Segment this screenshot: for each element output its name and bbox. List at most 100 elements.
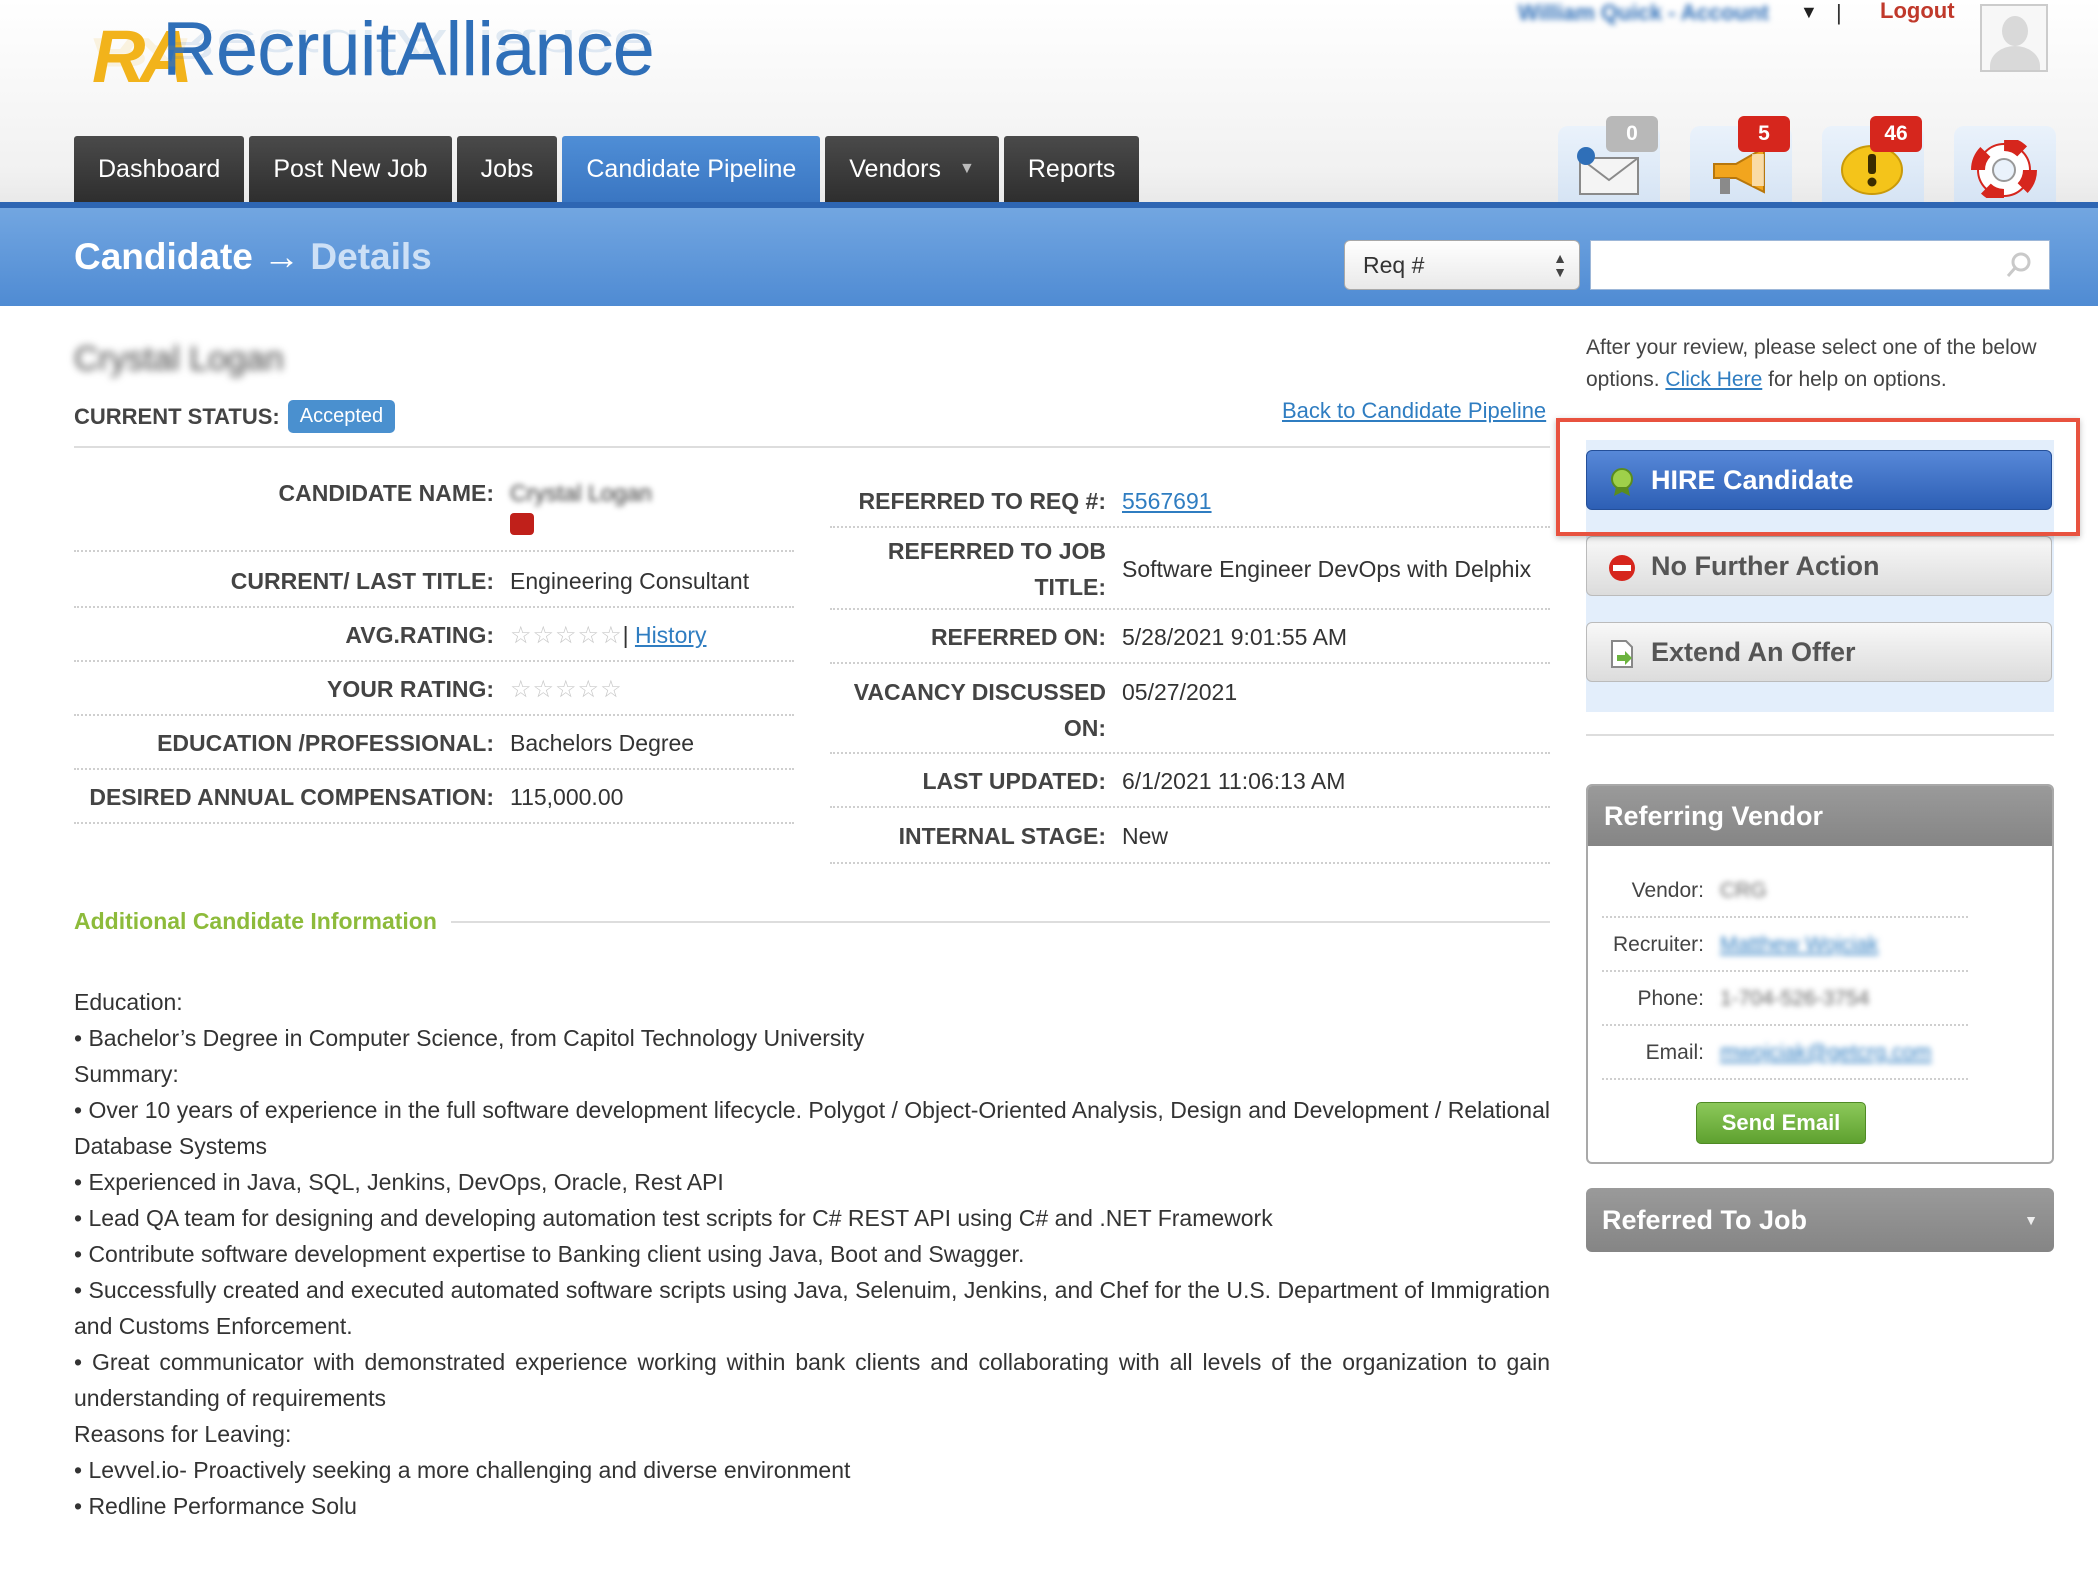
page-title-sub: Details [310,236,432,277]
phone-value: 1-704-526-3754 [1720,987,1870,1010]
avg-rating-stars-icon: ☆☆☆☆☆ [510,621,623,649]
detail-label: DESIRED ANNUAL COMPENSATION: [89,783,494,810]
candidate-name-heading: Crystal Logan [74,340,284,378]
extend-offer-label: Extend An Offer [1651,636,1856,667]
recruiter-label: Recruiter: [1612,933,1704,956]
resume-line: Summary: [74,1061,179,1087]
detail-row-avg-rating: AVG.RATING: ☆☆☆☆☆| History [74,610,794,662]
back-to-pipeline-link[interactable]: Back to Candidate Pipeline [1282,398,1546,424]
detail-row-compensation: DESIRED ANNUAL COMPENSATION: 115,000.00 [74,772,794,824]
recruitalliance-logo[interactable]: RA RecruitAlliance RA RecruitAlliance [92,4,655,134]
resume-line: • Experienced in Java, SQL, Jenkins, Dev… [74,1169,724,1195]
detail-row-education: EDUCATION /PROFESSIONAL: Bachelors Degre… [74,718,794,770]
resume-line: • Successfully created and executed auto… [74,1277,1550,1339]
current-status-label: CURRENT STATUS: [74,403,280,429]
no-further-action-button[interactable]: No Further Action [1586,536,2052,596]
referred-to-job-panel[interactable]: Referred To Job ▼ [1586,1188,2054,1252]
detail-row-referred-on: REFERRED ON: 5/28/2021 9:01:55 AM [830,612,1550,664]
referring-vendor-panel: Referring Vendor Vendor: CRG Recruiter: … [1586,784,2054,1164]
nav-tab-candidate-pipeline[interactable]: Candidate Pipeline [562,136,821,202]
detail-value: Bachelors Degree [510,729,695,756]
detail-row-internal-stage: INTERNAL STAGE: New [830,810,1550,864]
alerts-count-badge: 46 [1870,116,1922,152]
help-click-here-link[interactable]: Click Here [1665,368,1762,391]
account-dropdown-icon[interactable]: ▼ [1800,2,1818,23]
detail-row-req: REFERRED TO REQ #: 5567691 [830,476,1550,528]
your-rating-stars-icon[interactable]: ☆☆☆☆☆ [510,676,623,703]
flag-icon [510,513,534,535]
page-title: Candidate → Details [74,236,432,278]
detail-row-your-rating: YOUR RATING: ☆☆☆☆☆ [74,664,794,716]
detail-label: REFERRED ON: [930,624,1106,650]
resume-line: • Levvel.io- Proactively seeking a more … [74,1457,851,1483]
search-input[interactable] [1590,240,2050,290]
search-type-value: Req # [1363,251,1425,278]
phone-label: Phone: [1637,987,1704,1010]
help-text-after: for help on options. [1768,368,1947,391]
nav-tab-jobs[interactable]: Jobs [456,136,558,202]
detail-value: 5/28/2021 9:01:55 AM [1122,624,1348,650]
detail-value: ☆☆☆☆☆| History [494,621,794,650]
alerts-button[interactable]: 46 [1822,116,1924,202]
candidate-name-value: Crystal Logan [510,480,652,506]
search-icon[interactable] [2005,251,2033,279]
no-entry-icon [1609,555,1635,581]
detail-value: 5567691 [1106,483,1550,519]
resume-text: Education: • Bachelor’s Degree in Comput… [74,984,1550,1524]
resume-line: • Great communicator with demonstrated e… [74,1349,1550,1411]
document-arrow-icon [1611,640,1633,668]
rating-separator: | [622,621,629,648]
detail-value: 115,000.00 [510,783,624,810]
messages-button[interactable]: 0 [1558,116,1660,202]
req-number-link[interactable]: 5567691 [1122,488,1212,514]
avatar-head-icon [2002,16,2028,46]
announcements-count-badge: 5 [1738,116,1790,152]
account-separator: | [1836,0,1842,25]
chevron-down-icon: ▼ [959,160,975,177]
detail-value: ☆☆☆☆☆ [494,675,794,704]
recruiter-row: Recruiter: Matthew Wojciak [1602,920,1968,972]
resume-line: Education: [74,989,183,1015]
vendor-row: Vendor: CRG [1602,866,1968,918]
rating-history-link[interactable]: History [635,622,707,648]
nav-tab-vendors[interactable]: Vendors ▼ [825,136,999,202]
avatar[interactable] [1980,4,2048,72]
referring-vendor-heading: Referring Vendor [1588,786,2052,846]
detail-label: AVG.RATING: [345,621,494,648]
title-bar: Candidate → Details Req # ▲ ▼ [0,202,2098,306]
main-nav: Dashboard Post New Job Jobs Candidate Pi… [74,136,1144,202]
detail-label: CANDIDATE NAME: [278,480,494,506]
announcements-button[interactable]: 5 [1690,116,1792,202]
chevron-down-icon: ▼ [2024,1212,2038,1228]
divider [1586,734,2054,736]
resume-line: • Bachelor’s Degree in Computer Science,… [74,1025,865,1051]
detail-row-title: CURRENT/ LAST TITLE: Engineering Consult… [74,556,794,608]
detail-value: Crystal Logan [494,480,794,550]
email-row: Email: mwojciak@getcrg.com [1602,1028,1968,1080]
detail-label: VACANCY DISCUSSED ON: [853,679,1106,741]
detail-label: REFERRED TO JOB TITLE: [887,538,1106,600]
recruiter-link[interactable]: Matthew Wojciak [1704,933,1878,957]
extend-offer-button[interactable]: Extend An Offer [1586,622,2052,682]
detail-value: 6/1/2021 11:06:13 AM [1122,768,1346,794]
resume-line: • Contribute software development expert… [74,1241,1025,1267]
account-area: William Quick - Account ▼ | Logout [1500,0,2060,40]
detail-label: REFERRED TO REQ #: [858,488,1107,514]
help-button[interactable] [1954,126,2056,202]
nav-tab-dashboard[interactable]: Dashboard [74,136,245,202]
email-link[interactable]: mwojciak@getcrg.com [1704,1041,1932,1065]
detail-label: YOUR RATING: [327,675,494,702]
detail-row-candidate-name: CANDIDATE NAME: Crystal Logan [74,476,794,552]
detail-label: LAST UPDATED: [922,768,1106,794]
logout-link[interactable]: Logout [1880,0,1955,24]
referred-to-job-heading: Referred To Job [1602,1204,1808,1235]
send-email-button[interactable]: Send Email [1696,1102,1866,1144]
nav-tab-post-new-job[interactable]: Post New Job [249,136,452,202]
vendor-label: Vendor: [1631,879,1704,902]
vendor-value: CRG [1720,879,1767,902]
detail-label: CURRENT/ LAST TITLE: [230,567,494,594]
account-link[interactable]: William Quick - Account [1518,0,1769,26]
detail-row-last-updated: LAST UPDATED: 6/1/2021 11:06:13 AM [830,756,1550,808]
nav-tab-reports[interactable]: Reports [1003,136,1140,202]
search-type-select[interactable]: Req # ▲ ▼ [1344,240,1580,290]
